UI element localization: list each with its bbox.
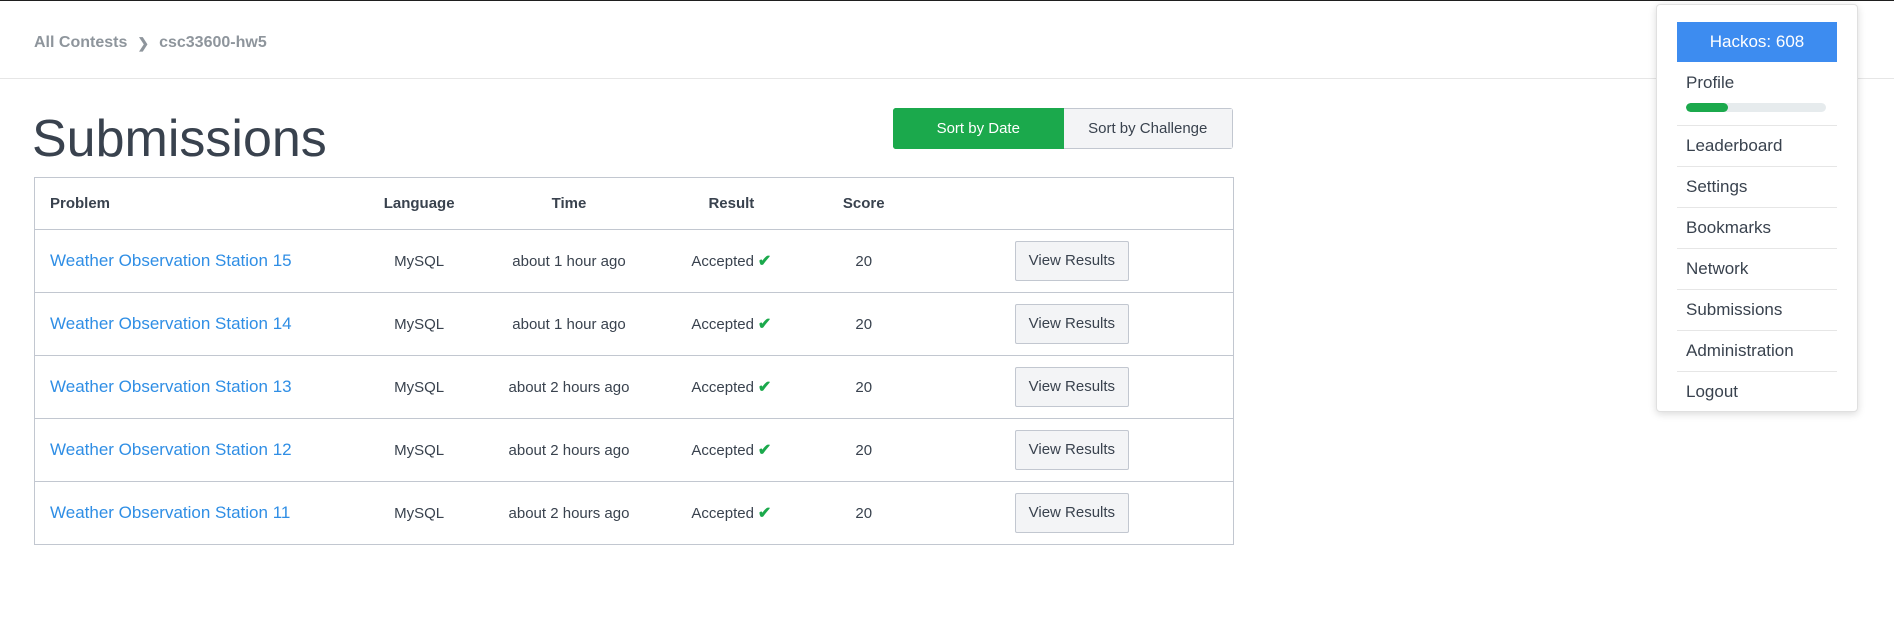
problem-cell: Weather Observation Station 13: [34, 355, 360, 419]
top-border: [0, 0, 1894, 1]
time-cell: about 1 hour ago: [479, 292, 659, 356]
chevron-right-icon: ❯: [137, 34, 150, 51]
language-cell: MySQL: [359, 292, 480, 356]
problem-link[interactable]: Weather Observation Station 11: [50, 503, 290, 522]
check-icon: ✔: [757, 505, 772, 522]
action-cell: View Results: [923, 355, 1234, 419]
submissions-table: Problem Language Time Result Score Weath…: [34, 177, 1234, 545]
problem-cell: Weather Observation Station 15: [34, 229, 360, 293]
page-title: Submissions: [32, 110, 327, 168]
problem-link[interactable]: Weather Observation Station 15: [50, 251, 292, 270]
score-cell: 20: [803, 229, 924, 293]
table-header-row: Problem Language Time Result Score: [34, 177, 1234, 230]
time-cell: about 2 hours ago: [479, 481, 659, 545]
problem-link[interactable]: Weather Observation Station 12: [50, 440, 292, 459]
view-results-button[interactable]: View Results: [1014, 430, 1129, 470]
profile-dropdown-menu: Hackos: 608 Profile Leaderboard Settings…: [1656, 4, 1858, 412]
problem-link[interactable]: Weather Observation Station 13: [50, 377, 292, 396]
check-icon: ✔: [757, 379, 772, 396]
result-cell: Accepted ✔: [658, 418, 804, 482]
score-cell: 20: [803, 355, 924, 419]
time-cell: about 2 hours ago: [479, 355, 659, 419]
problem-cell: Weather Observation Station 11: [34, 481, 360, 545]
score-cell: 20: [803, 292, 924, 356]
table-row: Weather Observation Station 11 MySQL abo…: [34, 481, 1234, 545]
table-row: Weather Observation Station 15 MySQL abo…: [34, 229, 1234, 293]
header-time: Time: [479, 177, 659, 230]
breadcrumb-current-contest[interactable]: csc33600-hw5: [159, 34, 267, 52]
header-divider: [0, 78, 1894, 79]
sort-toggle: Sort by Date Sort by Challenge: [893, 108, 1233, 149]
view-results-button[interactable]: View Results: [1014, 241, 1129, 281]
breadcrumb: All Contests ❯ csc33600-hw5: [34, 33, 267, 53]
result-cell: Accepted ✔: [658, 355, 804, 419]
action-cell: View Results: [923, 418, 1234, 482]
view-results-button[interactable]: View Results: [1014, 493, 1129, 533]
header-language: Language: [359, 177, 480, 230]
header-result: Result: [658, 177, 804, 230]
action-cell: View Results: [923, 229, 1234, 293]
result-text: Accepted: [691, 442, 754, 459]
dropdown-menu-items: Leaderboard Settings Bookmarks Network S…: [1677, 125, 1837, 412]
action-cell: View Results: [923, 292, 1234, 356]
problem-link[interactable]: Weather Observation Station 14: [50, 314, 292, 333]
menu-item-settings[interactable]: Settings: [1677, 166, 1837, 207]
language-cell: MySQL: [359, 418, 480, 482]
check-icon: ✔: [757, 253, 772, 270]
table-row: Weather Observation Station 13 MySQL abo…: [34, 355, 1234, 419]
table-row: Weather Observation Station 14 MySQL abo…: [34, 292, 1234, 356]
menu-item-bookmarks[interactable]: Bookmarks: [1677, 207, 1837, 248]
language-cell: MySQL: [359, 481, 480, 545]
result-cell: Accepted ✔: [658, 229, 804, 293]
menu-item-network[interactable]: Network: [1677, 248, 1837, 289]
result-text: Accepted: [691, 379, 754, 396]
menu-item-logout[interactable]: Logout: [1677, 371, 1837, 412]
check-icon: ✔: [757, 316, 772, 333]
action-cell: View Results: [923, 481, 1234, 545]
sort-by-date-button[interactable]: Sort by Date: [893, 108, 1064, 149]
breadcrumb-all-contests[interactable]: All Contests: [34, 34, 127, 52]
check-icon: ✔: [757, 442, 772, 459]
result-cell: Accepted ✔: [658, 292, 804, 356]
profile-link[interactable]: Profile: [1686, 73, 1734, 93]
problem-cell: Weather Observation Station 14: [34, 292, 360, 356]
table-row: Weather Observation Station 12 MySQL abo…: [34, 418, 1234, 482]
menu-item-leaderboard[interactable]: Leaderboard: [1677, 125, 1837, 166]
header-actions: [923, 177, 1234, 230]
header-problem: Problem: [34, 177, 360, 230]
profile-progress-bar: [1686, 103, 1826, 112]
profile-progress-fill: [1686, 103, 1728, 112]
hackos-button[interactable]: Hackos: 608: [1677, 22, 1837, 62]
sort-by-challenge-button[interactable]: Sort by Challenge: [1063, 108, 1233, 149]
language-cell: MySQL: [359, 355, 480, 419]
menu-item-submissions[interactable]: Submissions: [1677, 289, 1837, 330]
language-cell: MySQL: [359, 229, 480, 293]
view-results-button[interactable]: View Results: [1014, 367, 1129, 407]
view-results-button[interactable]: View Results: [1014, 304, 1129, 344]
problem-cell: Weather Observation Station 12: [34, 418, 360, 482]
result-text: Accepted: [691, 505, 754, 522]
result-text: Accepted: [691, 253, 754, 270]
result-cell: Accepted ✔: [658, 481, 804, 545]
score-cell: 20: [803, 481, 924, 545]
score-cell: 20: [803, 418, 924, 482]
menu-item-administration[interactable]: Administration: [1677, 330, 1837, 371]
result-text: Accepted: [691, 316, 754, 333]
time-cell: about 1 hour ago: [479, 229, 659, 293]
time-cell: about 2 hours ago: [479, 418, 659, 482]
header-score: Score: [803, 177, 924, 230]
